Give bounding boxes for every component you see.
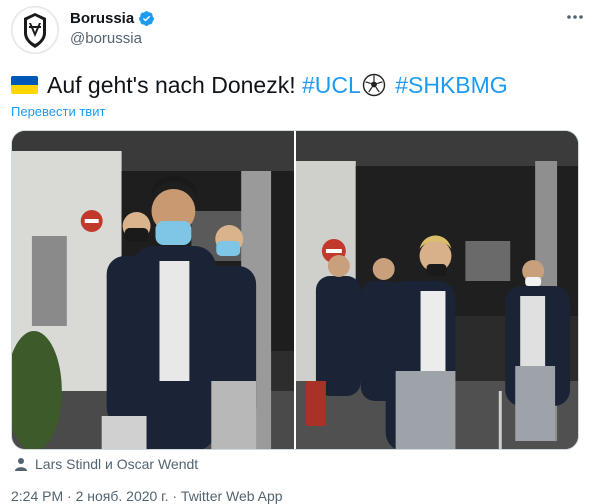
ukraine-flag-icon [11, 76, 38, 94]
tweet-text-main: Auf geht's nach Donezk! [47, 72, 296, 98]
display-name[interactable]: Borussia [70, 10, 134, 27]
photo-right[interactable] [296, 131, 578, 449]
hashtag-shkbmg-link[interactable]: #SHKBMG [395, 70, 507, 100]
person-icon [15, 458, 27, 471]
tagged-people-label: Lars Stindl и Oscar Wendt [35, 456, 199, 472]
borussia-crest-icon [13, 8, 57, 52]
tagged-people[interactable]: Lars Stindl и Oscar Wendt [14, 456, 198, 472]
more-options-icon[interactable] [564, 8, 586, 26]
tweet-header: Borussia @borussia [11, 6, 586, 54]
avatar[interactable] [11, 6, 59, 54]
soccer-ball-icon [362, 73, 386, 97]
tweet-media [11, 130, 579, 450]
tweet-text: Auf geht's nach Donezk! #UCL #SHKBMG [11, 70, 508, 100]
tweet-metadata: 2:24 PM · 2 нояб. 2020 г. · Twitter Web … [11, 488, 283, 504]
translate-tweet-link[interactable]: Перевести твит [11, 104, 105, 119]
handle[interactable]: @borussia [70, 30, 142, 47]
verified-badge-icon [139, 11, 155, 26]
hashtag-ucl-link[interactable]: #UCL [302, 70, 361, 100]
photo-left[interactable] [12, 131, 294, 449]
